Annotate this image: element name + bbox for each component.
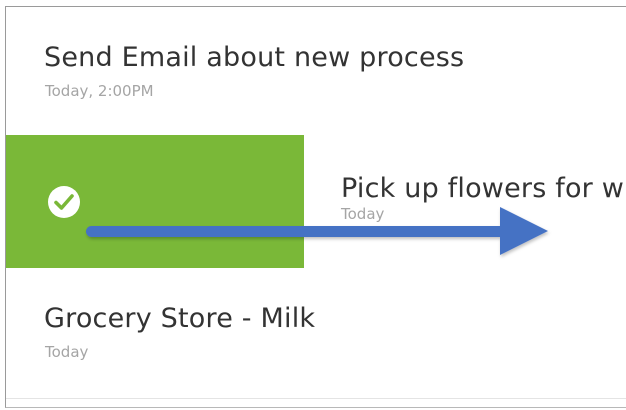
task-item[interactable]: Send Email about new process Today, 2:00… bbox=[6, 7, 626, 136]
task-item[interactable]: Grocery Store - Milk Today bbox=[6, 268, 626, 399]
swipe-right-arrow-icon bbox=[86, 207, 548, 255]
task-title: Send Email about new process bbox=[44, 42, 465, 73]
task-title: Grocery Store - Milk bbox=[44, 303, 316, 334]
task-time: Today, 2:00PM bbox=[45, 82, 154, 100]
task-time: Today bbox=[45, 343, 89, 361]
